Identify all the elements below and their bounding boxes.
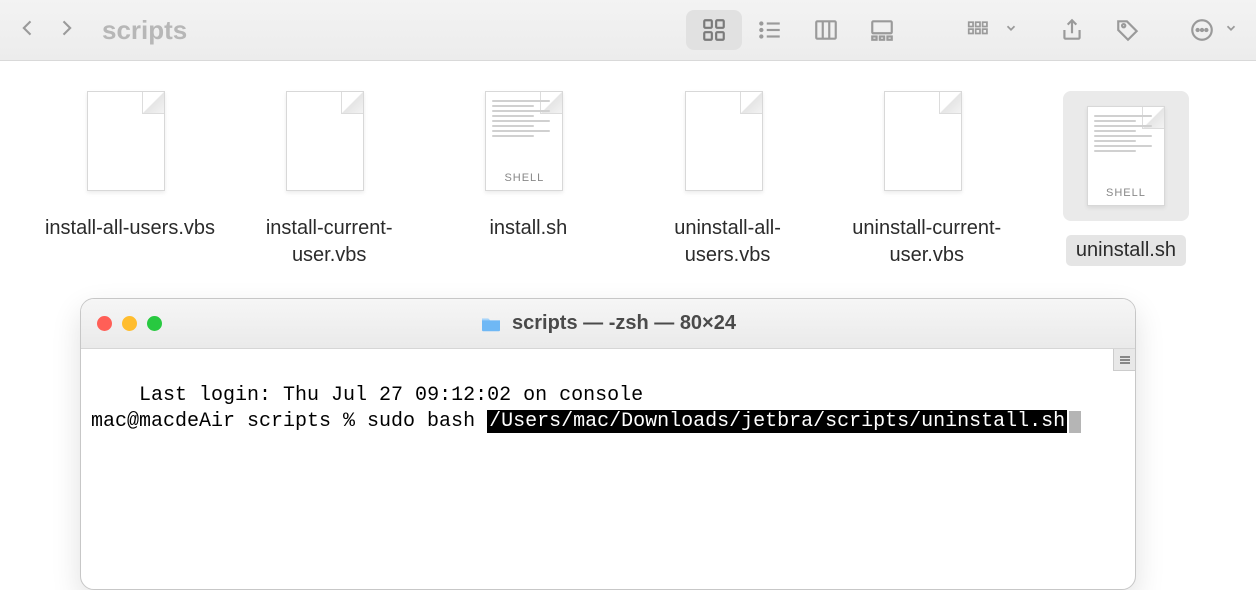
tags-button[interactable] (1100, 10, 1156, 50)
icon-view-button[interactable] (686, 10, 742, 50)
file-label: uninstall-all-users.vbs (638, 215, 818, 269)
file-item-selected[interactable]: SHELL uninstall.sh (1036, 91, 1216, 269)
file-label: install.sh (489, 215, 567, 242)
close-window-button[interactable] (97, 316, 112, 331)
column-view-button[interactable] (798, 10, 854, 50)
cursor-icon (1069, 411, 1081, 433)
file-item[interactable]: install-current-user.vbs (239, 91, 419, 269)
document-icon (884, 91, 970, 201)
back-button[interactable] (18, 15, 38, 46)
window-controls (97, 316, 162, 331)
terminal-titlebar[interactable]: scripts — -zsh — 80×24 (81, 299, 1135, 349)
file-item[interactable]: uninstall-all-users.vbs (638, 91, 818, 269)
shell-document-icon: SHELL (485, 91, 571, 201)
file-item[interactable]: install-all-users.vbs (40, 91, 220, 269)
file-grid: install-all-users.vbs install-current-us… (0, 61, 1256, 269)
document-icon (685, 91, 771, 201)
actions-button[interactable] (1174, 10, 1238, 50)
chevron-down-icon (1224, 21, 1238, 40)
file-label: install-all-users.vbs (45, 215, 215, 242)
folder-title: scripts (102, 15, 187, 46)
minimize-window-button[interactable] (122, 316, 137, 331)
scroll-indicator-icon[interactable] (1113, 349, 1135, 371)
file-item[interactable]: uninstall-current-user.vbs (837, 91, 1017, 269)
share-button[interactable] (1044, 10, 1100, 50)
terminal-window[interactable]: scripts — -zsh — 80×24 Last login: Thu J… (80, 298, 1136, 590)
gallery-view-button[interactable] (854, 10, 910, 50)
view-mode-group (686, 10, 910, 50)
document-icon (87, 91, 173, 201)
folder-icon (480, 315, 502, 333)
group-by-control[interactable] (950, 10, 1018, 50)
forward-button[interactable] (56, 15, 76, 46)
zoom-window-button[interactable] (147, 316, 162, 331)
file-label: uninstall-current-user.vbs (837, 215, 1017, 269)
nav-arrows (18, 15, 76, 46)
file-label: install-current-user.vbs (239, 215, 419, 269)
file-label: uninstall.sh (1066, 235, 1186, 266)
file-item[interactable]: SHELL install.sh (438, 91, 618, 269)
chevron-down-icon (1004, 21, 1018, 40)
terminal-command-path: /Users/mac/Downloads/jetbra/scripts/unin… (487, 410, 1067, 433)
finder-toolbar: scripts (0, 0, 1256, 61)
terminal-title: scripts — -zsh — 80×24 (480, 312, 736, 335)
terminal-body[interactable]: Last login: Thu Jul 27 09:12:02 on conso… (81, 349, 1135, 589)
terminal-command: sudo bash (367, 410, 487, 433)
terminal-line: Last login: Thu Jul 27 09:12:02 on conso… (139, 384, 643, 407)
terminal-prompt: mac@macdeAir scripts % (91, 410, 367, 433)
list-view-button[interactable] (742, 10, 798, 50)
shell-document-icon: SHELL (1063, 91, 1189, 221)
document-icon (286, 91, 372, 201)
